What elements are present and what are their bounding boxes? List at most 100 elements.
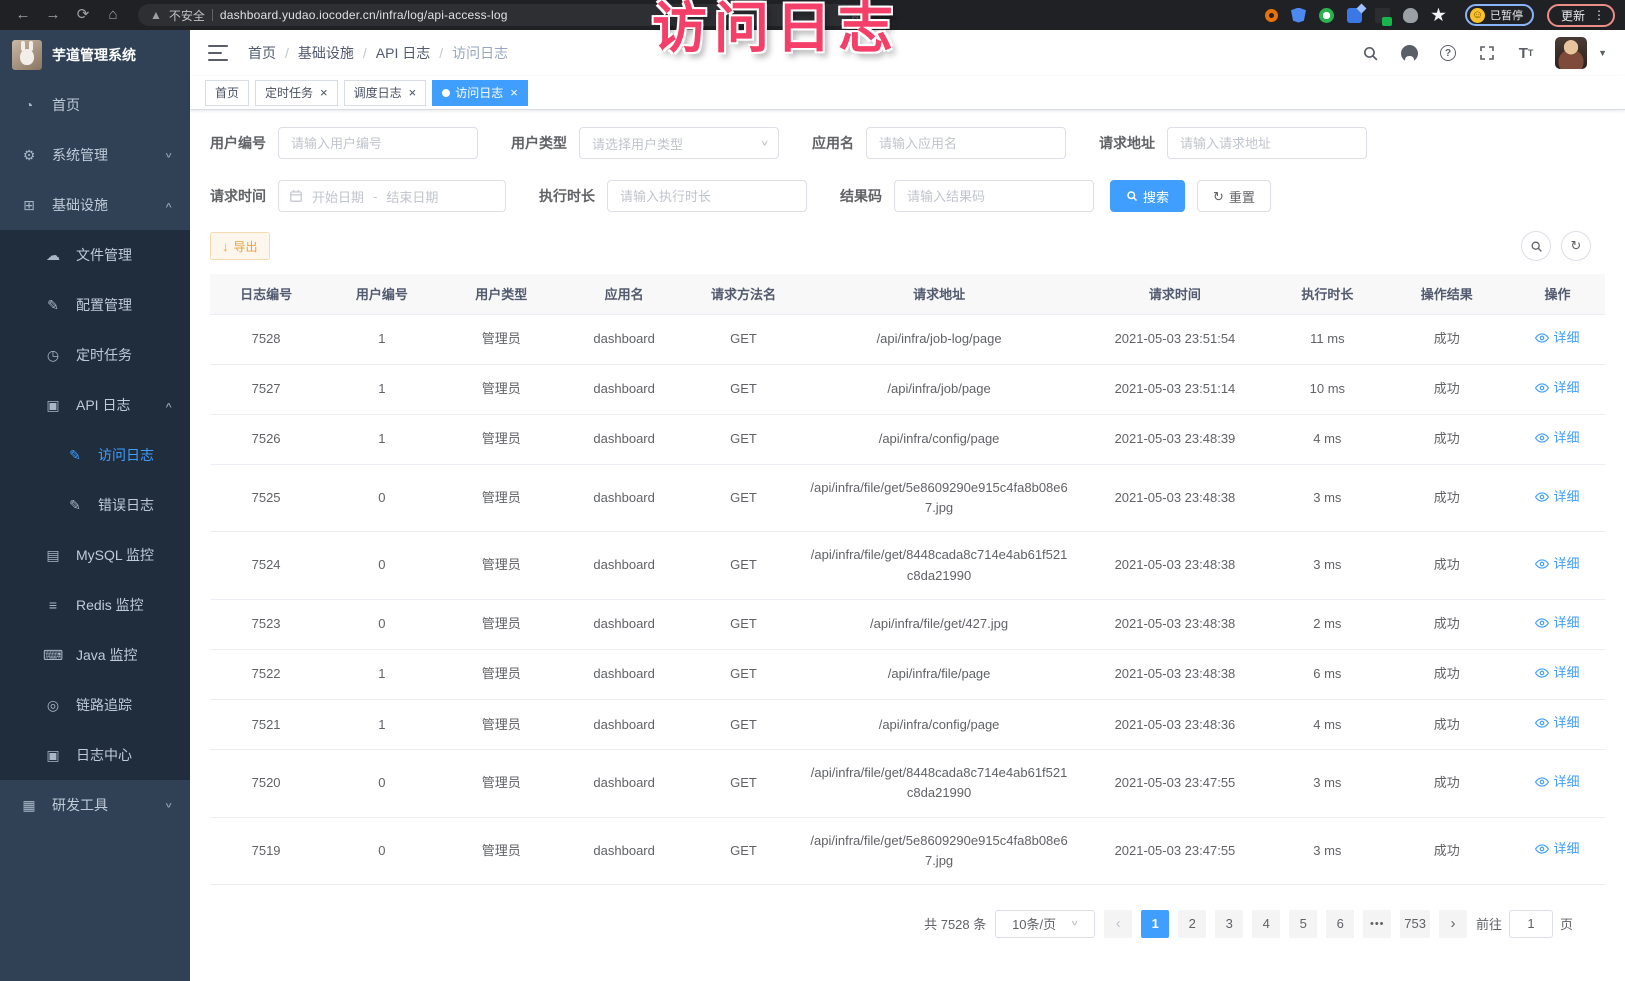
user-avatar[interactable] [1555, 37, 1587, 69]
cell-request-url: /api/infra/file/get/5e8609290e915c4fa8b0… [800, 465, 1079, 532]
close-icon[interactable]: × [409, 86, 417, 99]
sidebar-item-dashboard[interactable]: ◔首页 [0, 80, 190, 130]
extension-ghost-icon[interactable] [1403, 8, 1418, 23]
bookmark-star-icon[interactable]: ☆ [849, 7, 861, 23]
cell: 管理员 [442, 314, 561, 364]
refresh-table-button[interactable]: ↻ [1561, 231, 1591, 261]
tab-访问日志[interactable]: 访问日志× [432, 80, 528, 106]
sidebar-item-java-monitor[interactable]: ⌨Java 监控 [0, 630, 190, 680]
request-url-input[interactable] [1167, 127, 1367, 159]
close-icon[interactable]: × [510, 86, 518, 99]
cell-result: 成功 [1383, 465, 1510, 532]
more-pages[interactable]: ••• [1363, 910, 1391, 938]
extension-puzzle-icon[interactable] [1347, 8, 1362, 23]
sidebar-item-access-log[interactable]: ✎访问日志 [0, 430, 190, 480]
result-code-input[interactable] [894, 180, 1094, 212]
chevron-down-icon[interactable]: ▼ [1598, 48, 1607, 58]
sidebar-item-cloud-upload[interactable]: ☁文件管理 [0, 230, 190, 280]
sidebar-item-infrastructure[interactable]: ⊞基础设施∧ [0, 180, 190, 230]
sidebar-item-mysql-monitor[interactable]: ▤MySQL 监控 [0, 530, 190, 580]
sidebar-item-schedule[interactable]: ◷定时任务 [0, 330, 190, 380]
sidebar-item-label: Java 监控 [76, 645, 137, 665]
cell: GET [687, 599, 799, 649]
tab-首页[interactable]: 首页 [205, 80, 249, 106]
github-icon[interactable] [1399, 43, 1419, 63]
extension-donut-icon[interactable] [1265, 9, 1278, 22]
app-name-input[interactable] [866, 127, 1066, 159]
date-range-picker[interactable]: 开始日期 - 结束日期 [278, 180, 506, 212]
extension-grid-green-icon[interactable] [1375, 8, 1390, 23]
sidebar-item-gear[interactable]: ⚙系统管理∨ [0, 130, 190, 180]
address-bar[interactable]: ▲ 不安全 dashboard.yudao.iocoder.cn/infra/l… [138, 4, 873, 26]
detail-link[interactable]: 详细 [1535, 663, 1579, 683]
page-2[interactable]: 2 [1178, 910, 1206, 938]
browser-profile-badge[interactable]: ☺ 已暂停 [1465, 4, 1534, 26]
page-753[interactable]: 753 [1400, 910, 1430, 938]
detail-link[interactable]: 详细 [1535, 839, 1579, 859]
cell-duration: 4 ms [1271, 414, 1383, 464]
hamburger-icon[interactable] [208, 45, 228, 61]
detail-link[interactable]: 详细 [1535, 554, 1579, 574]
sidebar-item-edit[interactable]: ✎配置管理 [0, 280, 190, 330]
user-type-select[interactable]: 请选择用户类型 ∨ [579, 127, 779, 159]
prev-page-button[interactable]: ‹ [1104, 910, 1132, 938]
page-6[interactable]: 6 [1326, 910, 1354, 938]
duration-input[interactable] [607, 180, 807, 212]
page-3[interactable]: 3 [1215, 910, 1243, 938]
detail-link[interactable]: 详细 [1535, 428, 1579, 448]
extension-shield-icon[interactable] [1291, 8, 1306, 23]
forward-icon[interactable]: → [40, 3, 66, 27]
reload-icon[interactable]: ⟳ [70, 3, 96, 27]
breadcrumb-item[interactable]: 首页 [248, 43, 276, 63]
page-4[interactable]: 4 [1252, 910, 1280, 938]
detail-link[interactable]: 详细 [1535, 487, 1579, 507]
help-icon[interactable]: ? [1438, 43, 1458, 63]
cell: dashboard [561, 817, 688, 884]
page-5[interactable]: 5 [1289, 910, 1317, 938]
sidebar-item-trace[interactable]: ◎链路追踪 [0, 680, 190, 730]
sidebar-item-label: 配置管理 [76, 295, 132, 315]
app-title: 芋道管理系统 [52, 45, 136, 65]
sidebar-item-label: Redis 监控 [76, 595, 144, 615]
filter-row-2: 请求时间 开始日期 - 结束日期 执行时长 结果码 [210, 180, 1605, 212]
breadcrumb-item[interactable]: 基础设施 [298, 43, 354, 63]
close-icon[interactable]: × [320, 86, 328, 99]
export-button[interactable]: ↓ 导出 [210, 232, 270, 260]
sidebar-item-label: 系统管理 [52, 145, 108, 165]
page-1[interactable]: 1 [1141, 910, 1169, 938]
next-page-button[interactable]: › [1439, 910, 1467, 938]
detail-link[interactable]: 详细 [1535, 613, 1579, 633]
goto-page-input[interactable] [1509, 910, 1553, 938]
breadcrumb-item[interactable]: API 日志 [376, 43, 430, 63]
fullscreen-icon[interactable] [1477, 43, 1497, 63]
tab-定时任务[interactable]: 定时任务× [255, 80, 338, 106]
tab-调度日志[interactable]: 调度日志× [344, 80, 427, 106]
detail-link[interactable]: 详细 [1535, 713, 1579, 733]
cell-duration: 3 ms [1271, 532, 1383, 599]
start-date-placeholder: 开始日期 [312, 187, 364, 206]
sidebar-item-error-log[interactable]: ✎错误日志 [0, 480, 190, 530]
detail-link[interactable]: 详细 [1535, 772, 1579, 792]
browser-update-button[interactable]: 更新 ⋮ [1547, 4, 1615, 27]
kebab-menu-icon[interactable]: ⋮ [1593, 8, 1605, 22]
back-icon[interactable]: ← [10, 3, 36, 27]
home-icon[interactable]: ⌂ [100, 3, 126, 27]
cell-request-url: /api/infra/file/get/8448cada8c714e4ab61f… [800, 532, 1079, 599]
font-size-icon[interactable]: TT [1516, 43, 1536, 63]
search-icon[interactable] [1360, 43, 1380, 63]
page-size-select[interactable]: 10条/页 ∨ [995, 910, 1095, 938]
cell: 管理员 [442, 599, 561, 649]
sidebar-item-api-log[interactable]: ▣API 日志∧ [0, 380, 190, 430]
sidebar-item-dev-tools[interactable]: ▦研发工具∨ [0, 780, 190, 830]
sidebar-item-redis-monitor[interactable]: ≡Redis 监控 [0, 580, 190, 630]
sidebar-item-log-center[interactable]: ▣日志中心 [0, 730, 190, 780]
toggle-search-button[interactable] [1521, 231, 1551, 261]
extension-flower-icon[interactable] [1431, 8, 1446, 23]
detail-link[interactable]: 详细 [1535, 328, 1579, 348]
user-id-input[interactable] [278, 127, 478, 159]
reset-button[interactable]: ↻ 重置 [1197, 180, 1271, 212]
detail-link[interactable]: 详细 [1535, 378, 1579, 398]
extension-wallet-icon[interactable] [1319, 8, 1334, 23]
search-button[interactable]: 搜索 [1110, 180, 1185, 212]
page-content: 用户编号 用户类型 请选择用户类型 ∨ 应用名 请求地址 [190, 110, 1625, 981]
